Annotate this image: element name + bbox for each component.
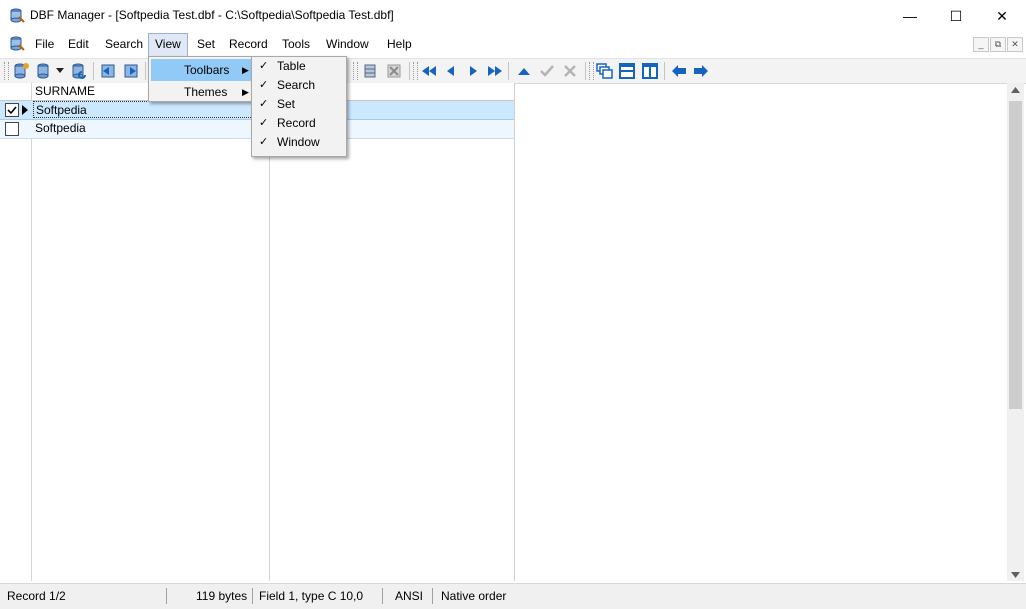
mdi-restore-button[interactable]: ⧉ — [990, 37, 1006, 52]
menu-set[interactable]: Set — [191, 33, 221, 55]
status-record: Record 1/2 — [7, 589, 66, 603]
check-icon: ✓ — [259, 79, 269, 91]
menu-search[interactable]: Search — [99, 33, 149, 55]
check-icon: ✓ — [259, 60, 269, 72]
post-check-icon[interactable] — [538, 62, 556, 80]
cell-surname[interactable]: Softpedia — [35, 120, 86, 137]
menu-item-toolbars-label: Toolbars — [184, 63, 230, 77]
first-record-icon[interactable] — [420, 62, 438, 80]
row-checkbox[interactable] — [5, 122, 19, 136]
column-divider — [31, 83, 32, 581]
export-icon[interactable] — [122, 62, 140, 80]
title-bar: DBF Manager - [Softpedia Test.dbf - C:\S… — [0, 0, 1026, 32]
cancel-x-icon[interactable] — [561, 62, 579, 80]
submenu-arrow-icon: ▶ — [242, 87, 249, 97]
submenu-item-label: Table — [277, 59, 306, 73]
column-header-surname[interactable]: SURNAME — [35, 83, 95, 100]
column-divider — [269, 83, 270, 581]
status-separator — [382, 588, 383, 604]
tile-horizontal-icon[interactable] — [618, 62, 636, 80]
menu-view[interactable]: View — [148, 33, 188, 57]
menu-window[interactable]: Window — [320, 33, 375, 55]
toolbar-grip[interactable] — [589, 62, 594, 80]
submenu-item-label: Window — [277, 135, 320, 149]
submenu-item-label: Set — [277, 97, 296, 111]
status-separator — [166, 588, 167, 604]
toolbar-separator — [93, 62, 94, 80]
last-record-icon[interactable] — [486, 62, 504, 80]
toolbar-grip[interactable] — [4, 62, 9, 80]
menu-item-toolbars[interactable]: Toolbars ▶ — [151, 59, 251, 81]
minimize-button[interactable]: — — [887, 0, 933, 32]
data-grid[interactable]: SURNAME Softpedia Softpedia — [0, 83, 515, 581]
menu-item-themes-label: Themes — [184, 85, 228, 99]
status-order: Native order — [441, 589, 507, 603]
toolbar-grip[interactable] — [353, 62, 358, 80]
import-icon[interactable] — [99, 62, 117, 80]
submenu-item-label: Record — [277, 116, 316, 130]
status-size: 119 bytes — [196, 589, 248, 603]
prior-record-icon[interactable] — [442, 62, 460, 80]
maximize-button[interactable]: ☐ — [933, 0, 979, 32]
status-bar: Record 1/2 119 bytes Field 1, type C 10,… — [0, 583, 1026, 609]
table-props-icon[interactable] — [361, 62, 379, 80]
status-field: Field 1, type C 10,0 — [259, 589, 364, 603]
cascade-windows-icon[interactable] — [595, 62, 613, 80]
toolbar-grip[interactable] — [413, 62, 418, 80]
mdi-close-button[interactable]: ✕ — [1007, 37, 1023, 52]
menu-item-themes[interactable]: Themes ▶ — [151, 81, 251, 103]
menu-file[interactable]: File — [29, 33, 60, 55]
menu-edit[interactable]: Edit — [62, 33, 95, 55]
check-icon: ✓ — [259, 98, 269, 110]
status-separator — [432, 588, 433, 604]
close-button[interactable]: ✕ — [979, 0, 1025, 32]
status-separator — [252, 588, 253, 604]
checkmark-icon — [7, 106, 17, 115]
document-icon — [10, 36, 25, 51]
menu-bar: File Edit Search View Set Record Tools W… — [0, 33, 1026, 57]
toolbar-separator — [409, 62, 410, 80]
delete-table-icon[interactable] — [385, 62, 403, 80]
app-database-icon — [10, 8, 25, 23]
scrollbar-thumb[interactable] — [1009, 101, 1022, 409]
edit-up-icon[interactable] — [515, 62, 533, 80]
mdi-minimize-button[interactable]: _ — [973, 37, 989, 52]
menu-record[interactable]: Record — [223, 33, 274, 55]
check-icon: ✓ — [259, 136, 269, 148]
new-table-icon[interactable] — [12, 62, 30, 80]
next-record-icon[interactable] — [464, 62, 482, 80]
toolbar-separator — [145, 62, 146, 80]
scroll-down-icon[interactable] — [1011, 572, 1020, 578]
view-menu-dropdown: Toolbars ▶ Themes ▶ — [148, 56, 254, 102]
submenu-item-record[interactable]: ✓ Record — [254, 114, 344, 133]
menu-help[interactable]: Help — [381, 33, 418, 55]
submenu-arrow-icon: ▶ — [242, 65, 249, 75]
scroll-up-icon[interactable] — [1011, 87, 1020, 93]
refresh-table-icon[interactable] — [70, 62, 88, 80]
submenu-item-window[interactable]: ✓ Window — [254, 133, 344, 152]
submenu-item-table[interactable]: ✓ Table — [254, 57, 344, 76]
toolbars-submenu: ✓ Table ✓ Search ✓ Set ✓ Record ✓ Window — [251, 56, 347, 157]
current-row-indicator-icon — [22, 105, 28, 115]
dropdown-arrow-icon[interactable] — [56, 68, 64, 74]
toolbar-separator — [508, 62, 509, 80]
window-title: DBF Manager - [Softpedia Test.dbf - C:\S… — [30, 8, 394, 22]
tile-vertical-icon[interactable] — [641, 62, 659, 80]
open-table-icon[interactable] — [35, 62, 53, 80]
forward-arrow-icon[interactable] — [692, 62, 710, 80]
menu-tools[interactable]: Tools — [276, 33, 316, 55]
submenu-item-label: Search — [277, 78, 316, 92]
cell-surname[interactable]: Softpedia — [33, 101, 267, 118]
back-arrow-icon[interactable] — [670, 62, 688, 80]
submenu-item-set[interactable]: ✓ Set — [254, 95, 344, 114]
submenu-item-search[interactable]: ✓ Search — [254, 76, 344, 95]
status-charset: ANSI — [395, 589, 424, 603]
toolbar-separator — [664, 62, 665, 80]
check-icon: ✓ — [259, 117, 269, 129]
toolbar-separator — [585, 62, 586, 80]
row-checkbox[interactable] — [5, 103, 19, 117]
